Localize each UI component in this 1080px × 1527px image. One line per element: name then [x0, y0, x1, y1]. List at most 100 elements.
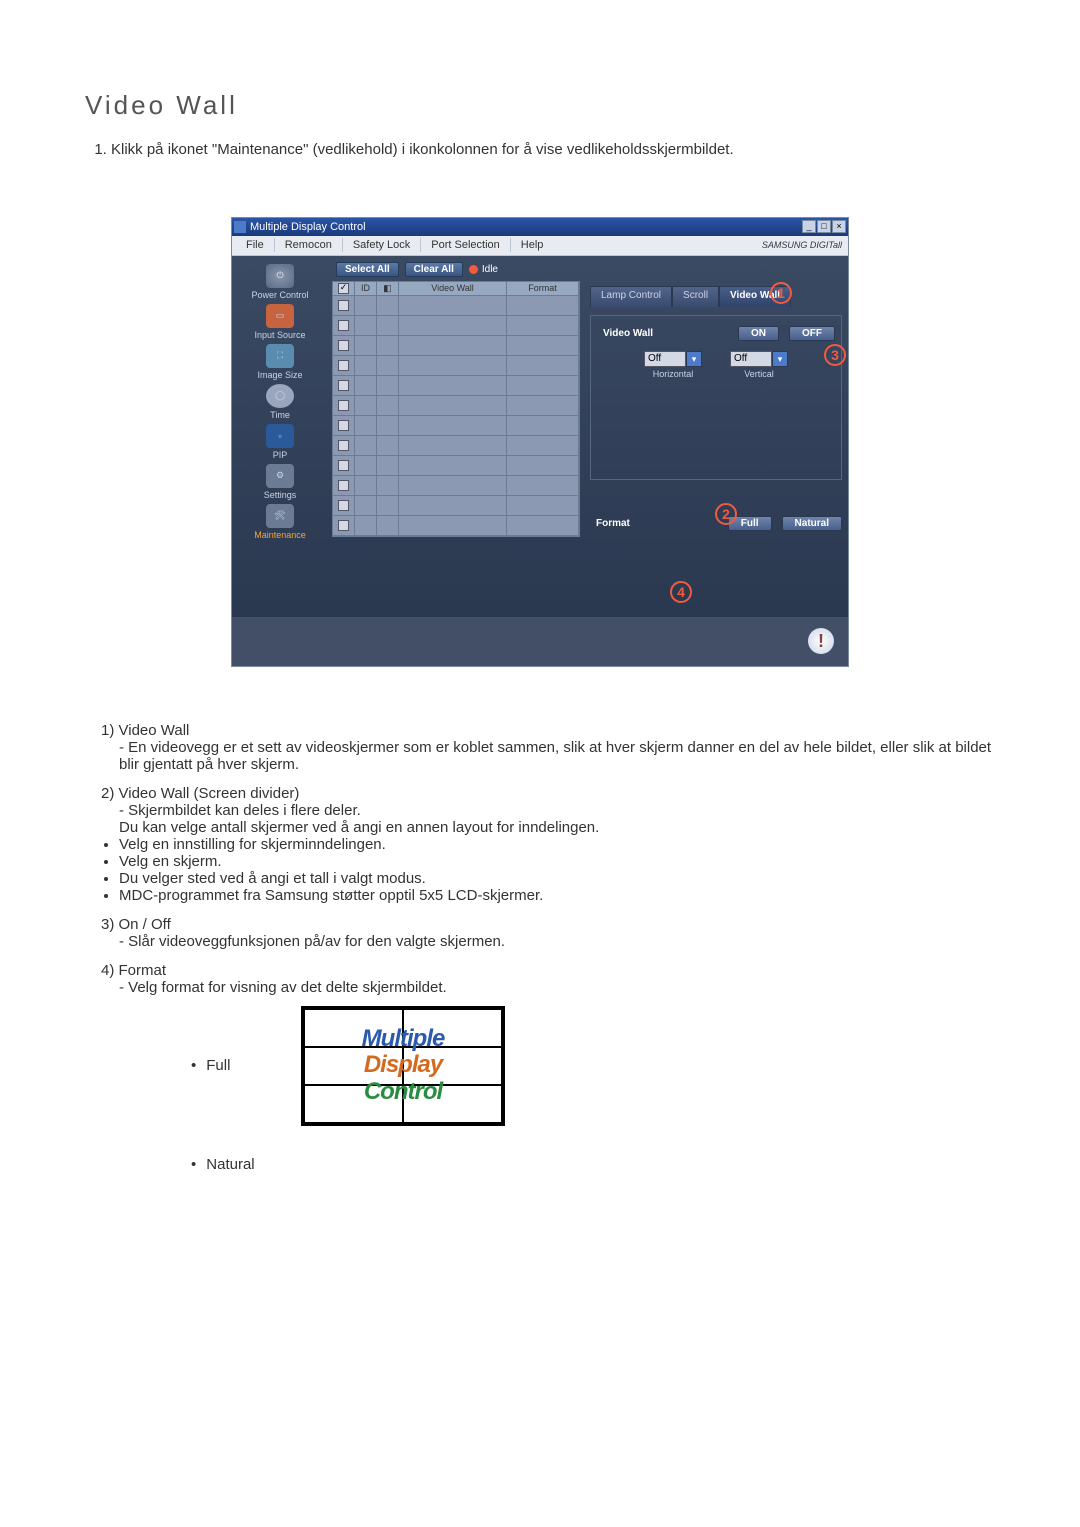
table-row[interactable]: [333, 296, 579, 316]
note-1-title: 1) Video Wall: [101, 722, 995, 739]
sidebar: ⏻Power Control ▭Input Source ⛶ Image Size…: [232, 256, 328, 616]
sidebar-item-label: Maintenance: [240, 530, 320, 540]
window-controls: _ □ ×: [802, 220, 846, 233]
table-row[interactable]: [333, 356, 579, 376]
chevron-down-icon[interactable]: ▾: [686, 351, 702, 367]
tab-lamp-control[interactable]: Lamp Control: [590, 286, 672, 307]
grid-header: ID ◧ Video Wall Format: [332, 281, 580, 296]
instruction-list: Klikk på ikonet "Maintenance" (vedlikeho…: [95, 139, 995, 162]
on-button[interactable]: ON: [738, 326, 779, 341]
sidebar-item-maintenance[interactable]: 🛠 Maintenance: [240, 504, 320, 540]
minimize-icon[interactable]: _: [802, 220, 816, 233]
center-panel: Select All Clear All Idle ID ◧ Video Wal…: [328, 256, 584, 616]
vertical-select[interactable]: Off ▾: [730, 351, 788, 367]
natural-button[interactable]: Natural: [782, 516, 842, 531]
pip-icon: ▫: [266, 424, 294, 448]
row-checkbox[interactable]: [338, 300, 349, 311]
row-checkbox[interactable]: [338, 480, 349, 491]
natural-label: Natural: [191, 1156, 261, 1173]
callout-1: 1: [770, 282, 792, 304]
diagram-overlay: Multiple Display Control: [304, 1009, 502, 1123]
note-2-bullets: Velg en innstilling for skjerminndelinge…: [119, 836, 995, 904]
full-format-row: Full Multiple Display Control: [191, 1006, 995, 1126]
row-checkbox[interactable]: [338, 320, 349, 331]
bottom-status-bar: !: [232, 616, 848, 666]
table-row[interactable]: [333, 316, 579, 336]
time-icon: ◯: [266, 384, 294, 408]
power-icon: ⏻: [266, 264, 294, 288]
off-button[interactable]: OFF: [789, 326, 835, 341]
note-1-body: - En videovegg er et sett av videoskjerm…: [119, 739, 995, 773]
row-checkbox[interactable]: [338, 440, 349, 451]
sidebar-item-power[interactable]: ⏻Power Control: [240, 264, 320, 300]
sidebar-item-time[interactable]: ◯ Time: [240, 384, 320, 420]
row-checkbox[interactable]: [338, 420, 349, 431]
table-row[interactable]: [333, 396, 579, 416]
header-icon: ◧: [377, 282, 399, 295]
menu-file[interactable]: File: [236, 237, 274, 253]
close-icon[interactable]: ×: [832, 220, 846, 233]
page-title: Video Wall: [85, 90, 995, 121]
note-2-body2: Du kan velge antall skjermer ved å angi …: [119, 819, 995, 836]
horizontal-select-group: Off ▾ Horizontal: [644, 351, 702, 379]
callout-2: 2: [715, 503, 737, 525]
menu-help[interactable]: Help: [511, 237, 554, 253]
natural-format-row: Natural: [191, 1156, 995, 1173]
select-all-button[interactable]: Select All: [336, 262, 399, 277]
maintenance-icon: 🛠: [266, 504, 294, 528]
header-id: ID: [355, 282, 377, 295]
table-row[interactable]: [333, 496, 579, 516]
video-wall-panel: Video Wall ON OFF Off ▾ Horizontal: [590, 315, 842, 480]
sidebar-item-image-size[interactable]: ⛶ Image Size: [240, 344, 320, 380]
status-dot-icon: [469, 265, 478, 274]
app-icon: [234, 221, 246, 233]
video-wall-label: Video Wall: [597, 328, 653, 339]
sidebar-item-label: Image Size: [240, 370, 320, 380]
sidebar-item-input[interactable]: ▭Input Source: [240, 304, 320, 340]
sidebar-item-label: Settings: [240, 490, 320, 500]
note-2-body1: - Skjermbildet kan deles i flere deler.: [119, 802, 995, 819]
sidebar-item-settings[interactable]: ⚙ Settings: [240, 464, 320, 500]
table-row[interactable]: [333, 336, 579, 356]
table-row[interactable]: [333, 436, 579, 456]
note-3-body: - Slår videoveggfunksjonen på/av for den…: [119, 933, 995, 950]
sidebar-item-pip[interactable]: ▫PIP: [240, 424, 320, 460]
list-item: Velg en innstilling for skjerminndelinge…: [119, 836, 995, 853]
titlebar: Multiple Display Control _ □ ×: [232, 218, 848, 236]
menu-safety-lock[interactable]: Safety Lock: [343, 237, 420, 253]
idle-indicator: Idle: [469, 264, 498, 275]
table-row[interactable]: [333, 416, 579, 436]
input-icon: ▭: [266, 304, 294, 328]
horizontal-label: Horizontal: [644, 369, 702, 379]
settings-icon: ⚙: [266, 464, 294, 488]
menu-port-selection[interactable]: Port Selection: [421, 237, 509, 253]
row-checkbox[interactable]: [338, 400, 349, 411]
row-checkbox[interactable]: [338, 340, 349, 351]
diagram-line1: Multiple: [362, 1026, 445, 1052]
vertical-select-group: Off ▾ Vertical: [730, 351, 788, 379]
chevron-down-icon[interactable]: ▾: [772, 351, 788, 367]
table-row[interactable]: [333, 376, 579, 396]
row-checkbox[interactable]: [338, 500, 349, 511]
row-checkbox[interactable]: [338, 520, 349, 531]
center-toolbar: Select All Clear All Idle: [328, 262, 584, 277]
header-checkbox[interactable]: [333, 282, 355, 295]
vertical-value: Off: [730, 351, 772, 367]
row-checkbox[interactable]: [338, 460, 349, 471]
maximize-icon[interactable]: □: [817, 220, 831, 233]
menu-remocon[interactable]: Remocon: [275, 237, 342, 253]
table-row[interactable]: [333, 516, 579, 536]
grid-body: [332, 296, 580, 537]
clear-all-button[interactable]: Clear All: [405, 262, 463, 277]
image-size-icon: ⛶: [266, 344, 294, 368]
row-checkbox[interactable]: [338, 360, 349, 371]
full-label: Full: [191, 1057, 261, 1074]
table-row[interactable]: [333, 456, 579, 476]
checkbox-icon: [338, 283, 349, 294]
sidebar-item-label: Time: [240, 410, 320, 420]
table-row[interactable]: [333, 476, 579, 496]
row-checkbox[interactable]: [338, 380, 349, 391]
notes-section: 1) Video Wall - En videovegg er et sett …: [91, 722, 995, 1173]
horizontal-select[interactable]: Off ▾: [644, 351, 702, 367]
tab-scroll[interactable]: Scroll: [672, 286, 719, 307]
